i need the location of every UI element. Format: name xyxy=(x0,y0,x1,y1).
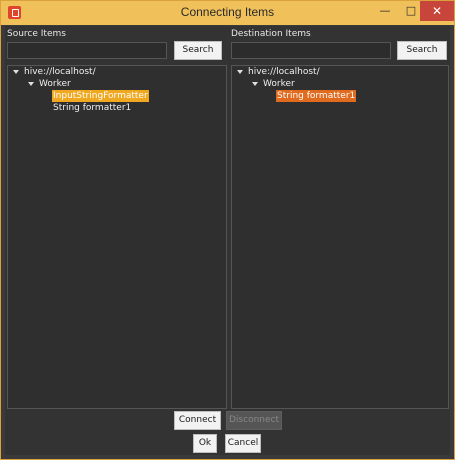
destination-search-input[interactable] xyxy=(231,42,391,59)
expand-caret-icon[interactable] xyxy=(252,82,258,86)
tree-item-selected[interactable]: InputStringFormatter xyxy=(52,90,149,102)
connecting-items-dialog: Connecting Items — □ ✕ Source Items Sear… xyxy=(0,0,455,460)
expand-caret-icon[interactable] xyxy=(237,70,243,74)
dialog-content: Source Items Search hive://localhost/ Wo… xyxy=(5,26,450,455)
tree-item-selected[interactable]: String formatter1 xyxy=(276,90,357,102)
source-tree[interactable]: hive://localhost/ Worker InputStringForm… xyxy=(7,65,227,409)
tree-node-worker[interactable]: Worker xyxy=(263,78,295,90)
source-search-button[interactable]: Search xyxy=(174,41,222,60)
close-button[interactable]: ✕ xyxy=(420,1,454,21)
minimize-button[interactable]: — xyxy=(372,1,398,21)
destination-search-button[interactable]: Search xyxy=(397,41,447,60)
tree-node-root[interactable]: hive://localhost/ xyxy=(248,66,320,78)
expand-caret-icon[interactable] xyxy=(13,70,19,74)
expand-caret-icon[interactable] xyxy=(28,82,34,86)
destination-tree[interactable]: hive://localhost/ Worker String formatte… xyxy=(231,65,449,409)
disconnect-button[interactable]: Disconnect xyxy=(226,411,282,430)
source-items-label: Source Items xyxy=(7,29,66,39)
tree-node-worker[interactable]: Worker xyxy=(39,78,71,90)
title-bar[interactable]: Connecting Items — □ ✕ xyxy=(1,1,454,25)
ok-button[interactable]: Ok xyxy=(193,434,217,453)
tree-item[interactable]: String formatter1 xyxy=(53,102,131,114)
destination-items-label: Destination Items xyxy=(231,29,311,39)
connect-button[interactable]: Connect xyxy=(174,411,221,430)
tree-node-root[interactable]: hive://localhost/ xyxy=(24,66,96,78)
source-search-input[interactable] xyxy=(7,42,167,59)
cancel-button[interactable]: Cancel xyxy=(225,434,261,453)
